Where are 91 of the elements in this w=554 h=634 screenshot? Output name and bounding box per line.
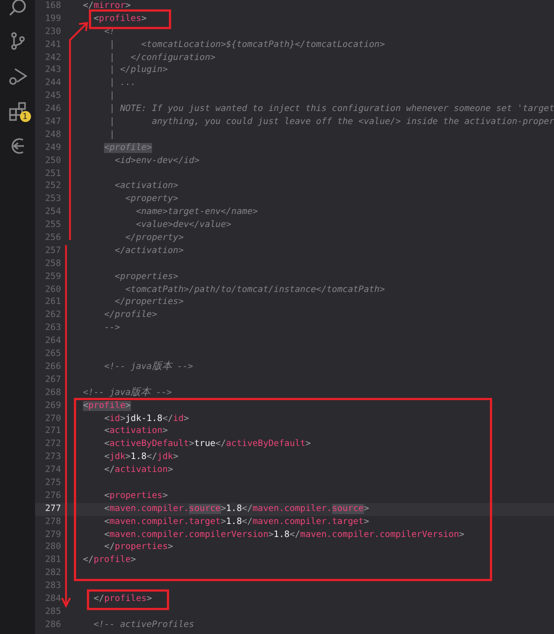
code-line: </properties> — [104, 541, 174, 554]
line-number: 262 — [44, 309, 61, 322]
code-line: | </plugin> — [109, 64, 168, 78]
line-number: 274 — [44, 464, 61, 477]
code-line: </activation> — [104, 464, 174, 477]
line-number: 255 — [44, 219, 61, 232]
code-line: <properties> — [114, 270, 178, 284]
code-line: <!-- java版本 --> — [104, 360, 194, 374]
line-number: 286 — [44, 618, 61, 632]
code-line: <!-- java版本 --> — [83, 386, 172, 400]
code-line: <profile> — [83, 400, 131, 412]
code-line: <id>jdk-1.8</id> — [104, 412, 189, 426]
code-line: <activation> — [104, 425, 168, 438]
code-line: <maven.compiler.target>1.8</maven.compiler.target> — [104, 516, 370, 529]
code-line: </property> — [125, 232, 184, 245]
code-line: | — [109, 128, 115, 142]
line-number: 241 — [44, 38, 61, 52]
code-line: <maven.compiler.compilerVersion>1.8</maven.compiler.compilerVersion> — [104, 528, 464, 542]
line-number: 261 — [44, 296, 61, 310]
line-number: 242 — [44, 52, 61, 64]
code-line: </profiles> — [94, 592, 152, 606]
line-number: 266 — [44, 360, 61, 374]
line-number: 257 — [44, 244, 61, 258]
line-number: 268 — [44, 386, 61, 400]
code-line: </mirror> — [83, 0, 131, 13]
code-line: | NOTE: If you just wanted to inject this configuration whenever someone set 'target — [109, 103, 554, 116]
code-line: <!-- activeProfiles — [94, 618, 194, 632]
code-line: | <tomcatLocation>${tomcatPath}</tomcatLocation> — [109, 38, 385, 52]
code-line: <profiles> — [94, 12, 147, 26]
line-number: 248 — [44, 128, 61, 142]
line-number: 272 — [44, 438, 61, 452]
code-line: --> — [104, 322, 120, 336]
line-number: 168 — [44, 0, 61, 13]
line-number: 281 — [44, 554, 61, 568]
line-number: 269 — [44, 400, 61, 412]
line-number: 260 — [44, 284, 61, 296]
line-number: 282 — [44, 567, 61, 580]
line-number: 259 — [44, 270, 61, 284]
line-number: 275 — [44, 476, 61, 490]
notification-badge: 1 — [20, 111, 30, 122]
code-line: <tomcatPath>/path/to/tomcat/instance</tomcatPath> — [125, 284, 385, 296]
line-number: 263 — [44, 322, 61, 336]
line-number: 256 — [44, 232, 61, 245]
code-line: </activation> — [114, 244, 184, 258]
run-debug-icon[interactable] — [8, 66, 28, 86]
line-number: 243 — [44, 64, 61, 78]
line-number: 265 — [44, 348, 61, 361]
code-line: <properties> — [104, 490, 168, 503]
line-number: 254 — [44, 206, 61, 220]
line-number: 273 — [44, 451, 61, 464]
code-line: <maven.compiler.source>1.8</maven.compiler.source> — [104, 502, 370, 516]
line-number: 253 — [44, 193, 61, 206]
code-line: <activeByDefault>true</activeByDefault> — [104, 438, 311, 452]
code-line: <id>env-dev</id> — [114, 154, 200, 168]
line-number: 270 — [44, 412, 61, 426]
line-number: 284 — [44, 592, 61, 606]
line-number: 247 — [44, 116, 61, 129]
line-number: 277 — [44, 502, 61, 516]
line-number: 280 — [44, 541, 61, 554]
line-number: 199 — [44, 12, 61, 26]
line-number: 276 — [44, 490, 61, 503]
line-number: 264 — [44, 335, 61, 348]
line-number: 283 — [44, 580, 61, 593]
line-number: 252 — [44, 180, 61, 194]
line-number: 249 — [44, 142, 61, 155]
line-number: 258 — [44, 258, 61, 271]
line-number: 267 — [44, 374, 61, 387]
code-line: | ... — [109, 77, 136, 90]
code-line: | </configuration> — [109, 52, 216, 64]
line-number: 246 — [44, 103, 61, 116]
code-line: <property> — [125, 193, 178, 206]
line-number: 244 — [44, 77, 61, 90]
code-line: <jdk>1.8</jdk> — [104, 451, 178, 464]
code-line: </properties> — [114, 296, 184, 310]
line-number: 285 — [44, 606, 61, 619]
code-line: </profile> — [83, 554, 136, 568]
code-line: | anything, you could just leave off the <value/> inside the activation-proper — [109, 116, 554, 129]
line-number: 279 — [44, 528, 61, 542]
search-icon[interactable] — [8, 0, 28, 16]
code-line: <name>target-env</name> — [136, 206, 258, 220]
line-number: 230 — [44, 26, 61, 39]
code-line: <value>dev</value> — [136, 219, 232, 232]
line-number: 271 — [44, 425, 61, 438]
code-line: </profile> — [104, 309, 158, 322]
line-number: 251 — [44, 168, 61, 180]
line-number: 245 — [44, 90, 61, 104]
line-number: 250 — [44, 154, 61, 168]
line-number: 278 — [44, 516, 61, 529]
extensions-icon[interactable] — [8, 101, 28, 121]
code-line: <activation> — [114, 180, 178, 194]
code-line: | — [109, 90, 115, 104]
